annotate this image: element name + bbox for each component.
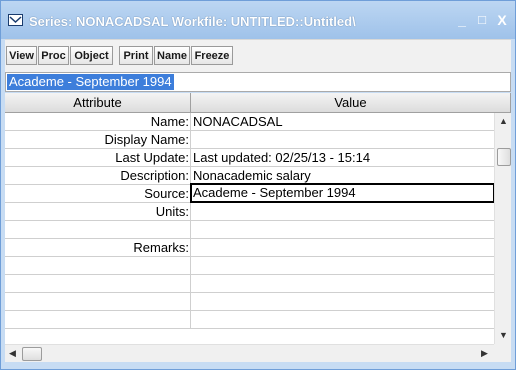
minimize-button[interactable]: _ xyxy=(453,12,471,28)
value-cell[interactable] xyxy=(191,203,496,220)
value-cell[interactable] xyxy=(191,275,496,292)
object-button[interactable]: Object xyxy=(70,46,113,65)
toolbar: View Proc Object Print Name Freeze xyxy=(5,39,511,72)
series-window: Series: NONACADSAL Workfile: UNTITLED::U… xyxy=(0,0,516,370)
scroll-down-icon[interactable]: ▼ xyxy=(499,330,508,340)
view-button[interactable]: View xyxy=(6,46,37,65)
value-cell[interactable] xyxy=(191,239,496,256)
table-row xyxy=(5,221,494,239)
value-cell[interactable] xyxy=(191,221,496,238)
vertical-scrollbar[interactable]: ▲ ▼ xyxy=(494,113,511,344)
table-row: Source: Academe - September 1994 xyxy=(5,183,495,203)
attribute-cell: Remarks: xyxy=(5,239,191,256)
table-row: Last Update: Last updated: 02/25/13 - 15:… xyxy=(5,149,494,167)
series-window-icon xyxy=(8,14,23,26)
scroll-right-icon[interactable]: ▶ xyxy=(481,348,488,359)
name-button[interactable]: Name xyxy=(154,46,190,65)
horizontal-scrollbar[interactable]: ◀ ▶ xyxy=(5,344,494,362)
attribute-cell: Name: xyxy=(5,113,191,130)
attribute-grid: Attribute Value Name: NONACADSAL Display N… xyxy=(5,93,511,344)
horizontal-scroll-thumb[interactable] xyxy=(22,347,42,361)
value-cell[interactable] xyxy=(191,293,496,310)
attribute-cell: Units: xyxy=(5,203,191,220)
attribute-cell xyxy=(5,293,191,310)
close-button[interactable]: X xyxy=(493,12,511,28)
scroll-up-icon[interactable]: ▲ xyxy=(499,116,508,126)
table-row: Display Name: xyxy=(5,131,494,149)
scroll-left-icon[interactable]: ◀ xyxy=(9,348,16,359)
value-cell[interactable]: NONACADSAL xyxy=(191,113,496,130)
title-bar[interactable]: Series: NONACADSAL Workfile: UNTITLED::U… xyxy=(1,1,515,39)
attribute-cell: Description: xyxy=(5,167,191,184)
attribute-cell: Display Name: xyxy=(5,131,191,148)
attribute-cell xyxy=(5,221,191,238)
edit-line[interactable]: Academe - September 1994 xyxy=(5,72,511,92)
value-cell[interactable]: Nonacademic salary xyxy=(191,167,496,184)
table-row xyxy=(5,293,494,311)
attribute-cell: Source: xyxy=(5,185,191,202)
print-button[interactable]: Print xyxy=(119,46,153,65)
resize-grip-icon[interactable] xyxy=(494,344,511,362)
table-row xyxy=(5,275,494,293)
value-cell-selected[interactable]: Academe - September 1994 xyxy=(190,183,495,203)
vertical-scroll-thumb[interactable] xyxy=(497,148,511,166)
window-title: Series: NONACADSAL Workfile: UNTITLED::U… xyxy=(29,14,356,29)
value-cell[interactable] xyxy=(191,311,496,328)
table-row: Remarks: xyxy=(5,239,494,257)
proc-button[interactable]: Proc xyxy=(38,46,69,65)
table-row: Name: NONACADSAL xyxy=(5,113,494,131)
table-row: Units: xyxy=(5,203,494,221)
table-row xyxy=(5,311,494,329)
edit-line-value[interactable]: Academe - September 1994 xyxy=(7,74,174,90)
value-cell[interactable] xyxy=(191,257,496,274)
attribute-cell xyxy=(5,275,191,292)
maximize-button[interactable]: □ xyxy=(473,12,491,28)
attribute-cell xyxy=(5,311,191,328)
value-column-header[interactable]: Value xyxy=(191,93,511,113)
attribute-column-header[interactable]: Attribute xyxy=(5,93,191,113)
attribute-cell: Last Update: xyxy=(5,149,191,166)
attribute-cell xyxy=(5,257,191,274)
freeze-button[interactable]: Freeze xyxy=(191,46,233,65)
table-row xyxy=(5,257,494,275)
value-cell[interactable] xyxy=(191,131,496,148)
value-cell[interactable]: Last updated: 02/25/13 - 15:14 xyxy=(191,149,496,166)
